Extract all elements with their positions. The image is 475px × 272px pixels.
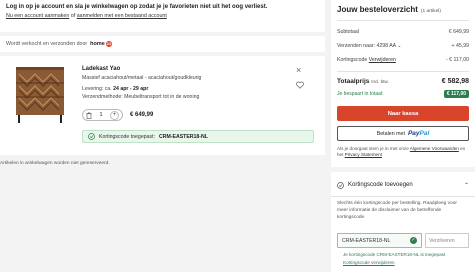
paypal-logo-b: Pal (419, 130, 430, 137)
shipping-label[interactable]: Verzenden naar: 4298 AA ⌄ (337, 43, 402, 49)
product-price: € 649,99 (130, 112, 154, 118)
check-icon: ✓ (410, 237, 417, 244)
divider (331, 196, 475, 197)
summary-header: Jouw besteloverzicht (1 artikel) (337, 5, 469, 14)
home24-logo: home 24 (90, 41, 112, 47)
savings-label: Je bespaart in totaal: (337, 91, 384, 97)
coupon-header-label: Kortingscode toevoegen (348, 182, 413, 188)
product-image[interactable] (13, 64, 67, 124)
checkout-button[interactable]: Naar kassa (337, 106, 469, 121)
discount-row: Kortingscode Verwijderen - € 117,00 (337, 57, 469, 63)
login-existing-link[interactable]: aanmelden met een bestaand account (77, 13, 167, 19)
savings-row: Je bespaart in totaal: € 117,00 (337, 90, 469, 98)
subtotal-label: Subtotaal (337, 29, 359, 35)
product-material: Massief acaciahout/metaal - acaciahout/g… (82, 75, 202, 81)
coupon-toggle[interactable]: Kortingscode toevoegen ⌃ (337, 177, 469, 193)
summary-title: Jouw besteloverzicht (337, 5, 418, 14)
quantity-value: 1 (99, 112, 103, 118)
product-shipping: Verzendmethode: Meubeltransport tot in d… (82, 94, 200, 100)
paypal-logo-a: Pay (407, 130, 420, 137)
total-value: € 582,98 (441, 78, 469, 85)
cart-item: Ladekast Yao Massief acaciahout/metaal -… (0, 56, 325, 155)
discount-label-group: Kortingscode Verwijderen (337, 57, 396, 63)
product-name[interactable]: Ladekast Yao (82, 66, 120, 72)
coupon-applied-label: Kortingscode toegepast: (99, 133, 155, 140)
login-notice-links: Nu een account aanmaken of aanmelden met… (6, 13, 319, 19)
total-label: Totaalprijs (337, 78, 370, 85)
home24-logo-badge: 24 (105, 41, 112, 47)
delivery-dates: 24 apr - 29 apr (113, 86, 149, 92)
product-delivery: Levering: ca. 24 apr - 29 apr (82, 86, 148, 92)
divider (337, 71, 469, 72)
paypal-button[interactable]: Betalen met PayPal (337, 126, 469, 141)
check-circle-icon (337, 181, 344, 189)
summary-count: (1 artikel) (420, 9, 441, 14)
coupon-remove-link[interactable]: Kortingscode verwijderen (343, 260, 395, 265)
seller-text: Wordt verkocht en verzonden door (6, 41, 88, 47)
total-label-group: Totaalprijs Incl. btw. (337, 78, 389, 85)
subtotal-value: € 649,99 (448, 29, 469, 35)
create-account-link[interactable]: Nu een account aanmaken (6, 13, 69, 19)
terms-intro: Als je doorgaat stem je in met onze (337, 146, 409, 151)
coupon-panel: Kortingscode toevoegen ⌃ Slechts één kor… (331, 172, 475, 272)
terms-link[interactable]: Algemene Voorwaarden (410, 146, 459, 151)
coupon-input[interactable]: CRM-EASTER18-NL ✓ (337, 233, 422, 248)
discount-value: - € 117,00 (446, 57, 469, 63)
order-summary: Jouw besteloverzicht (1 artikel) Subtota… (331, 0, 475, 167)
seller-bar: Wordt verkocht en verzonden door home 24 (0, 36, 325, 52)
coupon-description: Slechts één kortingscode per bestelling.… (337, 201, 457, 220)
redeem-button[interactable]: Verzilveren (425, 233, 469, 248)
paypal-prefix: Betalen met (376, 130, 405, 137)
plus-icon[interactable]: + (110, 110, 119, 120)
savings-badge: € 117,00 (443, 90, 469, 98)
coupon-input-value: CRM-EASTER18-NL (342, 237, 391, 244)
remove-item-close-icon[interactable]: × (296, 65, 301, 75)
or-text: of (70, 13, 76, 19)
shipping-label-text: Verzenden naar: 4298 AA (337, 43, 396, 49)
check-circle-icon (88, 133, 95, 140)
login-notice: Log in op je account en sla je winkelwag… (0, 0, 325, 32)
cart-reservation-notice: Artikelen in winkelwagen worden niet ger… (0, 161, 110, 166)
trash-icon[interactable] (86, 111, 92, 119)
terms-text: Als je doorgaat stem je in met onze Alge… (337, 146, 469, 158)
coupon-applied-banner: Kortingscode toegepast: CRM-EASTER18-NL (82, 130, 314, 143)
discount-remove-link[interactable]: Verwijderen (369, 57, 396, 63)
paypal-logo: PayPal (408, 130, 429, 137)
shipping-row: Verzenden naar: 4298 AA ⌄ + 45,99 (337, 43, 469, 49)
chevron-up-icon: ⌃ (463, 182, 469, 189)
privacy-link[interactable]: Privacy Statement (345, 152, 382, 157)
home24-logo-text: home (90, 41, 105, 47)
login-notice-title: Log in op je account en sla je winkelwag… (6, 4, 268, 10)
total-row: Totaalprijs Incl. btw. € 582,98 (337, 78, 469, 85)
coupon-status: Je kortingscode CRM-EASTER18-NL is toege… (343, 252, 446, 257)
subtotal-row: Subtotaal € 649,99 (337, 29, 469, 35)
quantity-stepper[interactable]: 1 + (82, 109, 123, 121)
divider (337, 20, 469, 21)
total-tax-note: Incl. btw. (371, 79, 389, 84)
discount-label: Kortingscode (337, 57, 368, 63)
chevron-down-icon: ⌄ (397, 43, 402, 49)
delivery-label: Levering: ca. (82, 86, 112, 92)
shipping-value: + 45,99 (451, 43, 469, 49)
coupon-applied-code: CRM-EASTER18-NL (158, 133, 208, 140)
favorite-heart-icon[interactable] (296, 81, 304, 89)
